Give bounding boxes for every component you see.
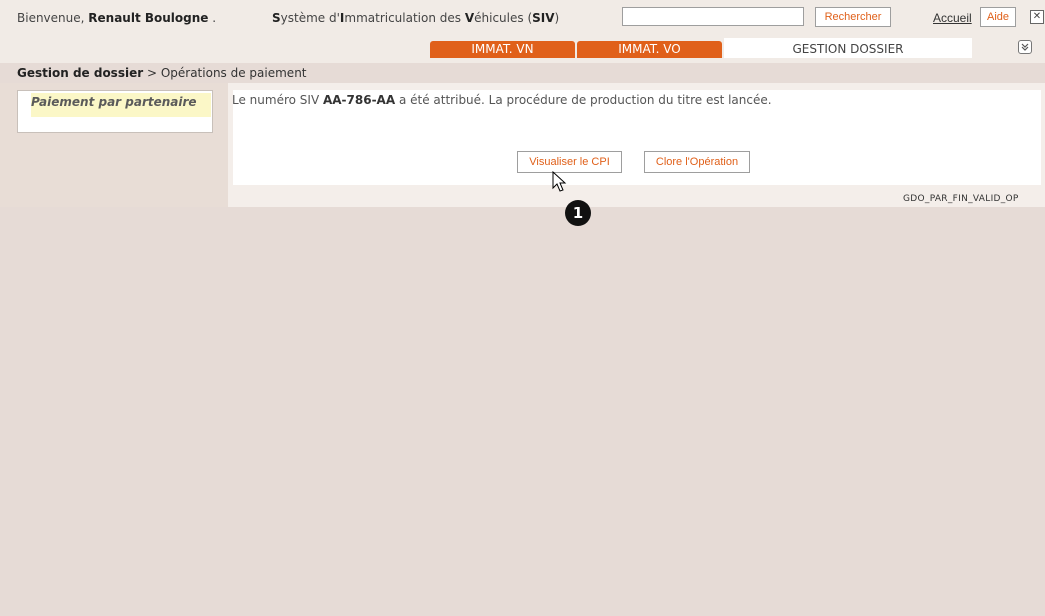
welcome-text: Bienvenue, Renault Boulogne . [17, 11, 217, 25]
home-link[interactable]: Accueil [933, 11, 972, 25]
breadcrumb-root[interactable]: Gestion de dossier [17, 66, 143, 80]
system-title-part: ystème d' [280, 11, 340, 25]
system-title-part: S [272, 11, 281, 25]
search-button[interactable]: Rechercher [815, 7, 891, 27]
system-title-part: mmatriculation des [344, 11, 465, 25]
breadcrumb-separator: > [143, 66, 161, 80]
system-title-part: ) [554, 11, 560, 25]
breadcrumb-current: Opérations de paiement [160, 66, 307, 80]
system-title: Système d'Immatriculation des Véhicules … [272, 11, 559, 25]
mouse-cursor-icon [552, 171, 567, 192]
step-number-badge: 1 [565, 200, 591, 226]
close-icon[interactable]: ✕ [1030, 10, 1044, 24]
tab-gestion-dossier[interactable]: GESTION DOSSIER [724, 38, 972, 58]
plate-number: AA-786-AA [322, 93, 396, 107]
help-button[interactable]: Aide [980, 7, 1016, 27]
screen-code: GDO_PAR_FIN_VALID_OP [903, 194, 1019, 204]
close-operation-button[interactable]: Clore l'Opération [644, 151, 750, 173]
chevron-down-icon[interactable] [1018, 40, 1032, 54]
system-title-part: SIV [532, 11, 555, 25]
confirmation-message: Le numéro SIV AA-786-AA a été attribué. … [232, 93, 772, 107]
user-name: Renault Boulogne [88, 11, 209, 25]
system-title-part: éhicules ( [474, 11, 533, 25]
tab-immat-vo[interactable]: IMMAT. VO [577, 41, 722, 58]
tab-immat-vn[interactable]: IMMAT. VN [430, 41, 575, 58]
sidebar-item-paiement-partenaire[interactable]: Paiement par partenaire [31, 93, 211, 117]
system-title-part: V [464, 11, 475, 25]
breadcrumb: Gestion de dossier > Opérations de paiem… [17, 66, 307, 80]
search-input[interactable] [622, 7, 804, 26]
view-cpi-button[interactable]: Visualiser le CPI [517, 151, 622, 173]
